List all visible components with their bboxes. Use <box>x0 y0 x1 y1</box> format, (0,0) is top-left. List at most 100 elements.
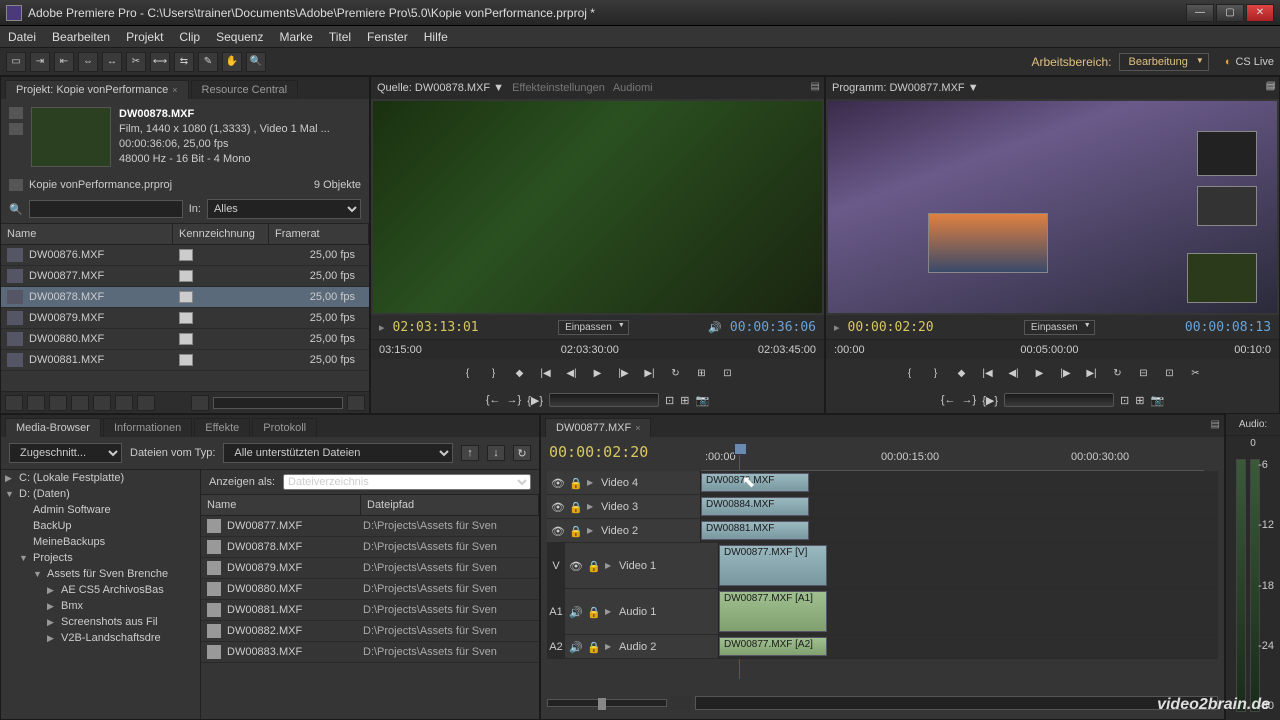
close-button[interactable]: ✕ <box>1246 4 1274 22</box>
up-arrow-icon[interactable]: ↑ <box>461 445 479 461</box>
step-back-button[interactable]: ◀| <box>562 364 582 382</box>
toggle-button[interactable]: ⊞ <box>680 394 689 407</box>
tree-node[interactable]: BackUp <box>1 518 200 534</box>
jog-wheel[interactable] <box>1004 393 1114 407</box>
timeline-clip[interactable]: DW00881.MXF <box>701 521 809 540</box>
tree-node[interactable]: ▶Screenshots aus Fil <box>1 614 200 630</box>
search-icon[interactable]: 🔍 <box>9 203 23 216</box>
menu-hilfe[interactable]: Hilfe <box>424 30 448 44</box>
step-forward-button[interactable]: |▶ <box>1056 364 1076 382</box>
play-in-out-button[interactable]: {▶} <box>982 394 998 407</box>
track-header[interactable]: 👁🔒▶Video 4 <box>547 471 701 494</box>
razor-tool-icon[interactable]: ✂ <box>126 52 146 72</box>
list-view-icon[interactable] <box>5 395 23 411</box>
slide-tool-icon[interactable]: ⇆ <box>174 52 194 72</box>
rolling-edit-tool-icon[interactable]: ⇔ <box>78 52 98 72</box>
view-dropdown[interactable]: Zugeschnitt... <box>9 443 122 463</box>
twirl-icon[interactable]: ▶ <box>605 561 615 570</box>
scroll-right-icon[interactable] <box>347 395 365 411</box>
twirl-icon[interactable]: ▶ <box>587 478 597 487</box>
maximize-button[interactable]: ▢ <box>1216 4 1244 22</box>
panel-menu-icon[interactable]: ▤ <box>1267 80 1276 91</box>
timeline-timecode[interactable]: 00:00:02:20 <box>549 443 648 461</box>
track-body[interactable]: DW00877.MXF [A2] <box>719 635 1218 658</box>
insert-button[interactable]: ⊞ <box>692 364 712 382</box>
loop-button[interactable]: ↻ <box>666 364 686 382</box>
track-header[interactable]: 👁🔒▶Video 2 <box>547 519 701 542</box>
menu-fenster[interactable]: Fenster <box>367 30 408 44</box>
mark-in-button[interactable]: { <box>458 364 478 382</box>
twirl-icon[interactable]: ▶ <box>605 607 615 616</box>
show-as-dropdown[interactable]: Dateiverzeichnis <box>283 474 531 490</box>
overwrite-button[interactable]: ⊡ <box>718 364 738 382</box>
folder-tree[interactable]: ▶C: (Lokale Festplatte)▼D: (Daten)Admin … <box>1 470 201 719</box>
in-marker-icon[interactable]: ▸ <box>379 321 385 334</box>
timeline-clip[interactable]: DW00877.MXF [V] <box>719 545 827 586</box>
program-fit-dropdown[interactable]: Einpassen <box>1024 320 1095 335</box>
play-in-out-button[interactable]: {▶} <box>527 394 543 407</box>
program-time-ruler[interactable]: :00:0000:05:00:0000:10:0 <box>826 339 1279 359</box>
tab-effect-controls[interactable]: Effekteinstellungen <box>512 82 605 94</box>
ripple-edit-tool-icon[interactable]: ⇤ <box>54 52 74 72</box>
toggle-button[interactable]: ⊞ <box>1135 394 1144 407</box>
timeline-clip[interactable]: DW00878.MXF <box>701 473 809 492</box>
track-header[interactable]: 👁🔒▶Video 3 <box>547 495 701 518</box>
track-body[interactable]: DW00877.MXF [V] <box>719 543 1218 588</box>
go-to-in-button[interactable]: |◀ <box>978 364 998 382</box>
track-header[interactable]: 🔊🔒▶Audio 2 <box>565 635 719 658</box>
tab-media-browser[interactable]: Media-Browser <box>5 418 101 437</box>
twirl-icon[interactable]: ▶ <box>605 642 615 651</box>
track-body[interactable]: DW00881.MXF <box>701 519 1218 542</box>
tree-node[interactable]: ▶Bmx <box>1 598 200 614</box>
timeline-clip[interactable]: DW00877.MXF [A1] <box>719 591 827 632</box>
twirl-icon[interactable]: ▶ <box>587 526 597 535</box>
panel-menu-icon[interactable]: ▤ <box>811 81 820 92</box>
bin-icon[interactable] <box>9 107 23 119</box>
refresh-icon[interactable]: ↻ <box>513 445 531 461</box>
project-item[interactable]: DW00878.MXF25,00 fps <box>1 287 369 308</box>
project-item[interactable]: DW00877.MXF25,00 fps <box>1 266 369 287</box>
pen-tool-icon[interactable]: ✎ <box>198 52 218 72</box>
menu-bearbeiten[interactable]: Bearbeiten <box>52 30 110 44</box>
speaker-icon[interactable]: 🔊 <box>569 606 583 618</box>
play-button[interactable]: ▶ <box>1030 364 1050 382</box>
workspace-dropdown[interactable]: Bearbeitung <box>1119 53 1208 71</box>
search-input[interactable] <box>29 200 183 218</box>
tree-node[interactable]: ▶C: (Lokale Festplatte) <box>1 470 200 486</box>
cslive-button[interactable]: CS Live <box>1225 56 1274 68</box>
source-fit-dropdown[interactable]: Einpassen <box>558 320 629 335</box>
rate-stretch-tool-icon[interactable]: ↔ <box>102 52 122 72</box>
export-frame-button[interactable]: ⊡ <box>665 394 674 407</box>
play-button[interactable]: ▶ <box>588 364 608 382</box>
file-row[interactable]: DW00877.MXFD:\Projects\Assets für Sven <box>201 516 539 537</box>
file-row[interactable]: DW00878.MXFD:\Projects\Assets für Sven <box>201 537 539 558</box>
export-frame-button[interactable]: ⊡ <box>1120 394 1129 407</box>
track-body[interactable]: DW00877.MXF [A1] <box>719 589 1218 634</box>
file-row[interactable]: DW00883.MXFD:\Projects\Assets für Sven <box>201 642 539 663</box>
timeline-ruler[interactable]: :00:00 00:00:15:00 00:00:30:00 <box>701 443 1204 471</box>
extract-button[interactable]: ⊡ <box>1160 364 1180 382</box>
next-edit-button[interactable]: →} <box>507 394 522 406</box>
file-row[interactable]: DW00880.MXFD:\Projects\Assets für Sven <box>201 579 539 600</box>
lift-button[interactable]: ⊟ <box>1134 364 1154 382</box>
eye-icon[interactable]: 👁 <box>551 477 565 489</box>
lock-icon[interactable]: 🔒 <box>587 560 601 572</box>
trim-button[interactable]: ✂ <box>1186 364 1206 382</box>
mark-out-button[interactable]: } <box>484 364 504 382</box>
menu-projekt[interactable]: Projekt <box>126 30 163 44</box>
down-arrow-icon[interactable]: ↓ <box>487 445 505 461</box>
mark-in-button[interactable]: { <box>900 364 920 382</box>
tab-sequence[interactable]: DW00877.MXF× <box>545 418 651 437</box>
play-icon[interactable] <box>9 123 23 135</box>
menu-titel[interactable]: Titel <box>329 30 351 44</box>
file-type-dropdown[interactable]: Alle unterstützten Dateien <box>223 443 453 463</box>
mark-out-button[interactable]: } <box>926 364 946 382</box>
jog-wheel[interactable] <box>549 393 659 407</box>
tree-node[interactable]: ▼Projects <box>1 550 200 566</box>
tree-node[interactable]: ▶V2B-Landschaftsdre <box>1 630 200 646</box>
track-header[interactable]: 👁🔒▶Video 1 <box>565 543 719 588</box>
file-row[interactable]: DW00882.MXFD:\Projects\Assets für Sven <box>201 621 539 642</box>
project-item[interactable]: DW00880.MXF25,00 fps <box>1 329 369 350</box>
timeline-clip[interactable]: DW00884.MXF <box>701 497 809 516</box>
tab-informationen[interactable]: Informationen <box>103 418 192 437</box>
